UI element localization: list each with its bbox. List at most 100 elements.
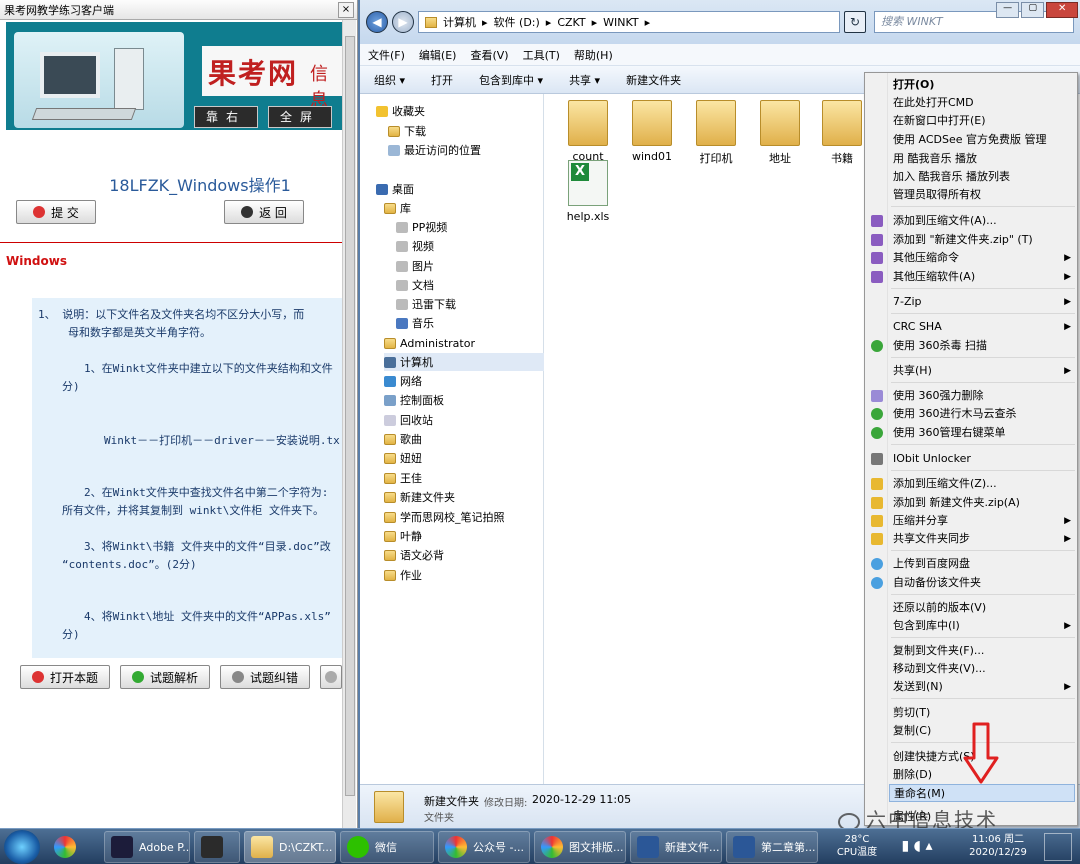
crumb-computer[interactable]: 计算机 <box>443 14 476 30</box>
include-library-button[interactable]: 包含到库中 ▾ <box>479 72 543 88</box>
pinned-app[interactable] <box>48 831 96 863</box>
task-word-chapter[interactable]: 第二章第... <box>726 831 818 863</box>
task-app[interactable] <box>194 831 240 863</box>
nav-item[interactable]: 王佳 <box>384 469 422 487</box>
refresh-icon[interactable]: ↻ <box>844 11 866 33</box>
menu-open[interactable]: 打开(O) <box>893 76 934 94</box>
task-adobe[interactable]: Adobe P... <box>104 831 190 863</box>
nav-item[interactable]: 网络 <box>384 372 422 390</box>
menu-rename[interactable]: 重命名(M) <box>889 784 1075 802</box>
menu-add-zip-a[interactable]: 添加到 新建文件夹.zip(A) <box>893 494 1020 512</box>
nav-item[interactable]: 音乐 <box>396 314 434 332</box>
menu-view[interactable]: 查看(V) <box>470 47 508 63</box>
clock[interactable]: 11:06 周二 2020/12/29 <box>956 833 1040 859</box>
menu-baidu-upload[interactable]: 上传到百度网盘 <box>893 555 970 573</box>
analysis-button[interactable]: 试题解析 <box>120 665 210 689</box>
menu-acdsee[interactable]: 使用 ACDSee 官方免费版 管理 <box>893 131 1047 149</box>
nav-item[interactable]: PP视频 <box>396 218 447 236</box>
menu-other-software[interactable]: 其他压缩软件(A) ▶ <box>893 268 1077 286</box>
file-item-count[interactable]: count <box>558 100 618 163</box>
task-official-account[interactable]: 公众号 -... <box>438 831 530 863</box>
menu-share[interactable]: 共享(H) ▶ <box>893 362 1077 380</box>
nav-item[interactable]: 叶静 <box>384 527 422 545</box>
menu-cut[interactable]: 剪切(T) <box>893 704 930 722</box>
open-button[interactable]: 打开 <box>431 72 453 88</box>
menu-restore[interactable]: 还原以前的版本(V) <box>893 599 986 617</box>
menu-add-archive[interactable]: 添加到压缩文件(A)... <box>893 212 997 230</box>
menu-move-to[interactable]: 移动到文件夹(V)... <box>893 660 986 678</box>
menu-auto-backup[interactable]: 自动备份该文件夹 <box>893 574 981 592</box>
menu-crc-sha[interactable]: CRC SHA ▶ <box>893 318 1077 336</box>
task-wechat[interactable]: 微信 <box>340 831 434 863</box>
new-folder-button[interactable]: 新建文件夹 <box>626 72 681 88</box>
menu-360-manage[interactable]: 使用 360管理右键菜单 <box>893 424 1006 442</box>
tray-icons[interactable]: ▮ ◖ ▴ <box>892 833 942 859</box>
menu-add-zip[interactable]: 添加到 "新建文件夹.zip" (T) <box>893 231 1033 249</box>
menu-add-archive-z[interactable]: 添加到压缩文件(Z)... <box>893 475 997 493</box>
menu-include-library[interactable]: 包含到库中(I) ▶ <box>893 617 1077 635</box>
nav-favorites[interactable]: 收藏夹 <box>376 102 425 120</box>
menu-other-compress[interactable]: 其他压缩命令 ▶ <box>893 249 1077 267</box>
menu-send-to[interactable]: 发送到(N) ▶ <box>893 678 1077 696</box>
fullscreen-button[interactable]: 全屏 <box>268 106 332 128</box>
maximize-icon[interactable]: ▢ <box>1021 2 1045 18</box>
menu-copy[interactable]: 复制(C) <box>893 722 931 740</box>
nav-item[interactable]: 最近访问的位置 <box>388 141 481 159</box>
file-item-address[interactable]: 地址 <box>750 100 810 166</box>
file-item-wind01[interactable]: wind01 <box>622 100 682 163</box>
nav-desktop[interactable]: 桌面 <box>376 180 414 198</box>
file-item-help-xls[interactable]: help.xls <box>558 160 618 223</box>
crumb-winkt[interactable]: WINKT <box>603 16 638 29</box>
search-button[interactable] <box>320 665 342 689</box>
menu-folder-sync[interactable]: 共享文件夹同步 ▶ <box>893 530 1077 548</box>
menu-tools[interactable]: 工具(T) <box>523 47 560 63</box>
nav-computer[interactable]: 计算机 <box>384 353 544 371</box>
report-error-button[interactable]: 试题纠错 <box>220 665 310 689</box>
nav-libraries[interactable]: 库 <box>384 199 411 217</box>
share-button[interactable]: 共享 ▾ <box>569 72 600 88</box>
menu-360-scan[interactable]: 使用 360杀毒 扫描 <box>893 337 987 355</box>
submit-button[interactable]: 提 交 <box>16 200 96 224</box>
nav-item[interactable]: 视频 <box>396 237 434 255</box>
menu-compress-share[interactable]: 压缩并分享 ▶ <box>893 512 1077 530</box>
align-right-button[interactable]: 靠右 <box>194 106 258 128</box>
crumb-czkt[interactable]: CZKT <box>557 16 585 29</box>
task-explorer[interactable]: D:\CZKT... <box>244 831 336 863</box>
menu-edit[interactable]: 编辑(E) <box>419 47 457 63</box>
nav-item[interactable]: 文档 <box>396 276 434 294</box>
nav-item[interactable]: Administrator <box>384 334 475 352</box>
nav-item[interactable]: 迅雷下载 <box>396 295 456 313</box>
back-button[interactable]: 返 回 <box>224 200 304 224</box>
menu-iobit[interactable]: IObit Unlocker <box>893 450 971 468</box>
nav-item[interactable]: 歌曲 <box>384 430 422 448</box>
nav-item[interactable]: 下载 <box>388 122 426 140</box>
menu-open-new-window[interactable]: 在新窗口中打开(E) <box>893 112 986 130</box>
file-item-printer[interactable]: 打印机 <box>686 100 746 166</box>
task-layout[interactable]: 图文排版... <box>534 831 626 863</box>
nav-item[interactable]: 新建文件夹 <box>384 488 455 506</box>
nav-item[interactable]: 妞妞 <box>384 449 422 467</box>
forward-arrow-icon[interactable]: ▶ <box>392 11 414 33</box>
back-arrow-icon[interactable]: ◀ <box>366 11 388 33</box>
client-scrollbar[interactable] <box>342 20 356 828</box>
nav-item[interactable]: 作业 <box>384 566 422 584</box>
start-button[interactable] <box>4 830 40 864</box>
crumb-drive[interactable]: 软件 (D:) <box>494 14 540 30</box>
show-desktop-button[interactable] <box>1044 833 1072 861</box>
menu-help[interactable]: 帮助(H) <box>574 47 613 63</box>
nav-item[interactable]: 语文必背 <box>384 546 444 564</box>
organize-button[interactable]: 组织 ▾ <box>374 72 405 88</box>
nav-item[interactable]: 学而思网校_笔记拍照 <box>384 508 505 526</box>
nav-item[interactable]: 图片 <box>396 257 434 275</box>
open-question-button[interactable]: 打开本题 <box>20 665 110 689</box>
menu-360-delete[interactable]: 使用 360强力删除 <box>893 387 984 405</box>
menu-kuwo-add[interactable]: 加入 酷我音乐 播放列表 <box>893 168 1010 186</box>
menu-360-trojan[interactable]: 使用 360进行木马云查杀 <box>893 405 1017 423</box>
nav-item[interactable]: 控制面板 <box>384 391 444 409</box>
task-word-new[interactable]: 新建文件... <box>630 831 722 863</box>
menu-delete[interactable]: 删除(D) <box>893 766 932 784</box>
address-bar[interactable]: 计算机 ▸ 软件 (D:) ▸ CZKT ▸ WINKT ▸ <box>418 11 840 33</box>
menu-copy-to[interactable]: 复制到文件夹(F)... <box>893 642 984 660</box>
close-icon[interactable]: × <box>338 1 354 18</box>
menu-take-ownership[interactable]: 管理员取得所有权 <box>893 186 981 204</box>
